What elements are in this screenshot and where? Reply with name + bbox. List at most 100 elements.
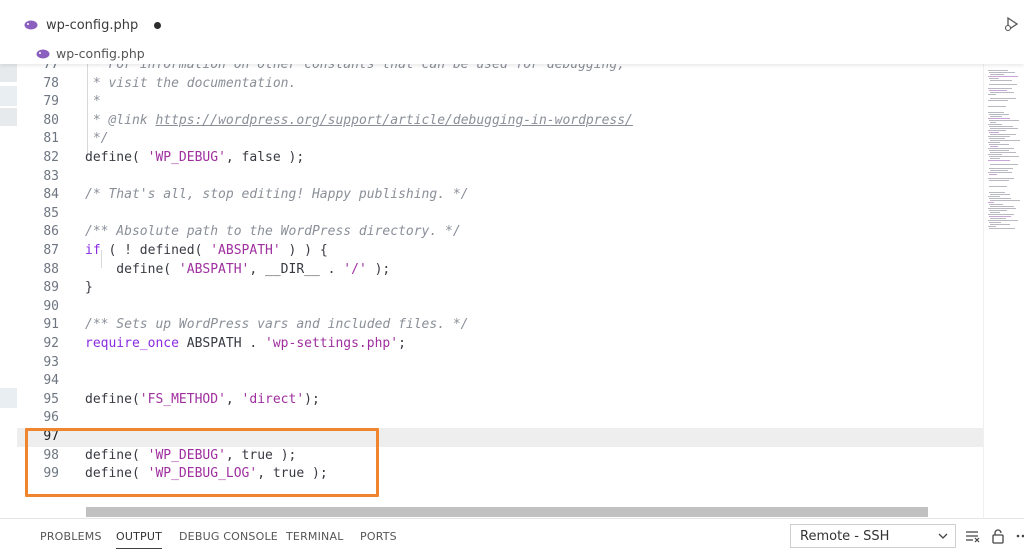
minimap-line: [989, 78, 999, 80]
php-elephant-icon: [24, 20, 38, 30]
clear-output-icon[interactable]: [964, 528, 980, 544]
code-line[interactable]: 87 if ( ! defined( 'ABSPATH' ) ) {: [17, 242, 983, 261]
minimap-line: [988, 172, 1012, 174]
minimap-line: [990, 74, 1004, 76]
output-channel-select[interactable]: Remote - SSH: [790, 524, 956, 548]
minimap-line: [989, 210, 1007, 212]
breadcrumb-file[interactable]: wp-config.php: [56, 46, 145, 61]
line-number: 78: [43, 75, 59, 91]
minimap-line: [990, 206, 1014, 208]
code-line[interactable]: 85: [17, 205, 983, 224]
minimap-line: [990, 194, 1010, 196]
code-text: *: [85, 94, 101, 110]
highlight-annotation-box: [25, 428, 379, 497]
tab-wp-config[interactable]: wp-config.php: [24, 10, 162, 40]
line-number: 96: [43, 410, 59, 426]
minimap-line: [990, 170, 1008, 172]
code-text: }: [85, 280, 93, 296]
tab-title: wp-config.php: [46, 17, 139, 33]
line-number: 86: [43, 224, 59, 240]
line-number: 84: [43, 187, 59, 203]
line-number: 81: [43, 131, 59, 147]
code-line[interactable]: 82 define( 'WP_DEBUG', false );: [17, 149, 983, 168]
minimap-line: [990, 200, 1020, 202]
minimap-line: [988, 112, 1004, 114]
left-gutter-strip: [0, 44, 17, 518]
tab-problems[interactable]: PROBLEMS: [40, 530, 102, 543]
minimap-line: [989, 198, 1011, 200]
minimap-line: [988, 142, 1000, 144]
horizontal-scrollbar[interactable]: [86, 507, 928, 517]
code-line[interactable]: 89}: [17, 279, 983, 298]
minimap-line: [989, 174, 997, 176]
line-number: 82: [43, 150, 59, 165]
code-line[interactable]: 92 require_once ABSPATH . 'wp-settings.ph…: [17, 335, 983, 354]
code-line[interactable]: 95 define('FS_METHOD', 'direct');: [17, 391, 983, 410]
tab-output[interactable]: OUTPUT: [116, 530, 163, 549]
code-text: if ( ! defined( 'ABSPATH' ) ) {: [85, 243, 328, 258]
code-line[interactable]: 90: [17, 298, 983, 317]
minimap-line: [988, 148, 1014, 150]
minimap-line: [988, 202, 994, 204]
minimap-line: [990, 158, 1000, 160]
minimap-line: [989, 216, 1011, 218]
minimap-line: [988, 178, 1014, 180]
code-text: */: [85, 131, 109, 147]
minimap-line: [990, 128, 1018, 130]
code-line[interactable]: 78 * visit the documentation.: [17, 75, 983, 94]
breadcrumb: wp-config.php: [0, 44, 1024, 64]
code-line[interactable]: 86 /** Absolute path to the WordPress dir…: [17, 223, 983, 242]
line-number: 95: [43, 391, 59, 407]
code-text: * @link https://wordpress.org/support/ar…: [85, 112, 633, 128]
line-number: 85: [43, 205, 59, 221]
minimap[interactable]: [983, 64, 1024, 518]
minimap-line: [989, 132, 999, 134]
minimap-line: [988, 136, 1010, 138]
code-line[interactable]: 96: [17, 409, 983, 428]
tab-terminal[interactable]: TERMINAL: [286, 530, 344, 543]
minimap-line: [988, 196, 1000, 198]
tab-debug-console[interactable]: DEBUG CONSOLE: [179, 530, 278, 543]
minimap-line: [990, 98, 1016, 100]
line-number: 80: [43, 112, 59, 128]
code-text: * For information on other constants tha…: [85, 64, 626, 72]
lock-scroll-icon[interactable]: [990, 528, 1006, 544]
code-text: define( 'ABSPATH', __DIR__ . '/' );: [85, 261, 391, 277]
php-elephant-icon: [36, 49, 50, 58]
line-number: 87: [43, 243, 59, 258]
tab-ports[interactable]: PORTS: [360, 530, 397, 543]
code-line[interactable]: 83: [17, 168, 983, 187]
code-text: define( 'WP_DEBUG', false );: [85, 150, 305, 165]
line-number: 79: [43, 94, 59, 110]
code-text: /** Sets up WordPress vars and included …: [85, 317, 469, 333]
unsaved-dot-icon[interactable]: [154, 21, 162, 29]
minimap-line: [988, 118, 1010, 120]
minimap-line: [989, 204, 1003, 206]
minimap-line: [989, 138, 1005, 140]
minimap-line: [989, 114, 1009, 116]
code-line[interactable]: 80 * @link https://wordpress.org/support…: [17, 112, 983, 131]
code-line[interactable]: 77 * For information on other constants …: [17, 64, 983, 75]
output-channel-value: Remote - SSH: [800, 528, 890, 544]
line-number: 83: [43, 168, 59, 184]
code-line[interactable]: 79 *: [17, 93, 983, 112]
line-number: 77: [43, 64, 59, 72]
minimap-line: [988, 70, 1008, 72]
line-number: 92: [43, 336, 59, 351]
code-line[interactable]: 93: [17, 354, 983, 373]
minimap-line: [988, 76, 1018, 78]
run-debug-icon[interactable]: [1004, 16, 1020, 32]
code-line[interactable]: 84 /* That's all, stop editing! Happy pub…: [17, 186, 983, 205]
more-icon[interactable]: [1012, 528, 1024, 544]
minimap-line: [988, 130, 1006, 132]
code-line[interactable]: 81 */: [17, 130, 983, 149]
code-line[interactable]: 91 /** Sets up WordPress vars and include…: [17, 316, 983, 335]
minimap-line: [989, 144, 1009, 146]
code-line[interactable]: 94: [17, 372, 983, 391]
minimap-line: [990, 140, 1020, 142]
minimap-line: [989, 180, 1009, 182]
minimap-line: [990, 218, 1006, 220]
minimap-line: [988, 220, 1018, 222]
minimap-line: [989, 84, 1017, 86]
code-line[interactable]: 88 define( 'ABSPATH', __DIR__ . '/' );: [17, 261, 983, 280]
